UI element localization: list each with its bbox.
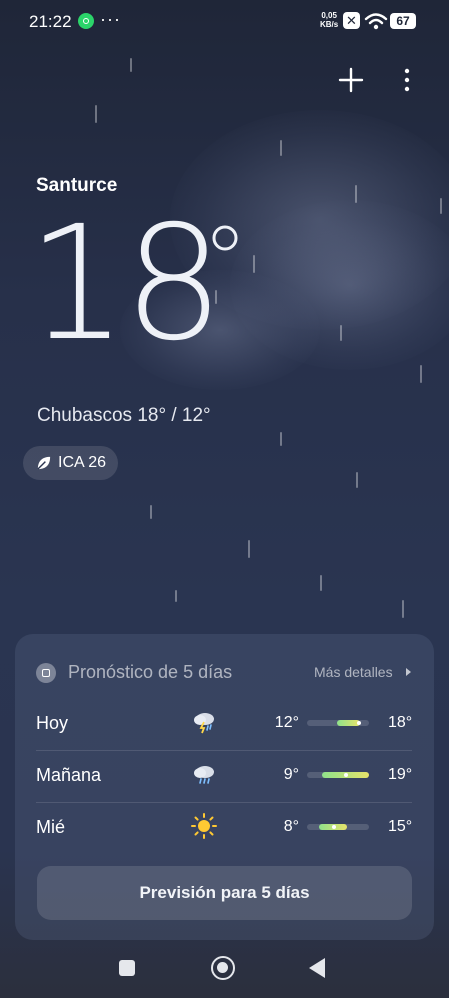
- raindrop: [280, 140, 282, 156]
- raindrop: [175, 590, 177, 602]
- five-day-forecast-button[interactable]: Previsión para 5 días: [37, 866, 412, 920]
- raindrop: [150, 505, 152, 519]
- chevron-right-icon: [406, 668, 411, 676]
- status-time: 21:22: [29, 12, 72, 31]
- current-temperature: 18: [27, 192, 224, 376]
- raindrop: [95, 105, 97, 123]
- current-temp-dot: [357, 721, 361, 725]
- recent-apps-button[interactable]: [119, 960, 135, 976]
- forecast-panel: Pronóstico de 5 días Más detalles Hoy 12…: [15, 634, 434, 940]
- temperature-range-bar: [307, 772, 369, 778]
- condition-summary: Chubascos 18° / 12°: [37, 405, 211, 426]
- raindrop: [253, 255, 255, 273]
- wifi-icon: [364, 13, 388, 30]
- current-temp-dot: [332, 825, 336, 829]
- notification-overflow-icon: ···: [100, 9, 121, 29]
- forecast-row-today[interactable]: Hoy 12° 18°: [15, 698, 434, 750]
- five-day-forecast-label: Previsión para 5 días: [139, 883, 310, 902]
- forecast-high: 15°: [388, 818, 413, 835]
- degree-symbol: [212, 225, 238, 251]
- network-speed-value: 0,05: [321, 11, 337, 20]
- thunder-rain-icon: [194, 713, 214, 734]
- whatsapp-icon: [78, 13, 94, 29]
- status-bar: 21:22 ··· 0,05 KB/s ✕ 67: [0, 0, 449, 44]
- raindrop: [280, 432, 282, 446]
- network-speed: 0,05 KB/s: [320, 11, 338, 29]
- raindrop: [356, 472, 358, 488]
- raindrop: [420, 365, 422, 383]
- more-details-link[interactable]: Más detalles: [314, 664, 393, 680]
- sun-icon: [191, 813, 217, 839]
- forecast-title: Pronóstico de 5 días: [68, 662, 233, 682]
- raindrop: [248, 540, 250, 558]
- raindrop: [130, 58, 132, 72]
- forecast-low: 9°: [283, 766, 299, 783]
- add-location-icon[interactable]: [337, 66, 365, 94]
- forecast-low: 8°: [283, 818, 299, 835]
- forecast-row-tomorrow[interactable]: Mañana 9° 19°: [15, 750, 434, 802]
- forecast-day: Mañana: [36, 765, 102, 785]
- more-options-icon[interactable]: [398, 66, 416, 94]
- forecast-low: 12°: [274, 714, 299, 731]
- battery-icon: 67: [390, 13, 416, 29]
- no-sim-icon: ✕: [343, 12, 360, 29]
- home-button[interactable]: [211, 956, 235, 980]
- temperature-range-bar: [307, 720, 369, 726]
- forecast-day: Mié: [36, 817, 66, 837]
- raindrop: [340, 325, 342, 341]
- raindrop: [355, 185, 357, 203]
- raindrop: [320, 575, 322, 591]
- forecast-high: 19°: [388, 766, 413, 783]
- back-button[interactable]: [309, 958, 325, 978]
- forecast-row-wednesday[interactable]: Mié 8° 15°: [15, 802, 434, 854]
- raindrop: [440, 198, 442, 214]
- raindrop: [402, 600, 404, 618]
- aqi-label: ICA 26: [58, 454, 107, 471]
- temperature-range-bar: [307, 824, 369, 830]
- current-temp-dot: [344, 773, 348, 777]
- forecast-day: Hoy: [36, 713, 69, 733]
- rain-cloud-icon: [194, 766, 214, 784]
- leaf-icon: [37, 456, 51, 470]
- calendar-icon: [36, 663, 56, 683]
- network-speed-unit: KB/s: [320, 20, 339, 29]
- forecast-high: 18°: [388, 714, 413, 731]
- aqi-badge[interactable]: ICA 26: [23, 446, 118, 480]
